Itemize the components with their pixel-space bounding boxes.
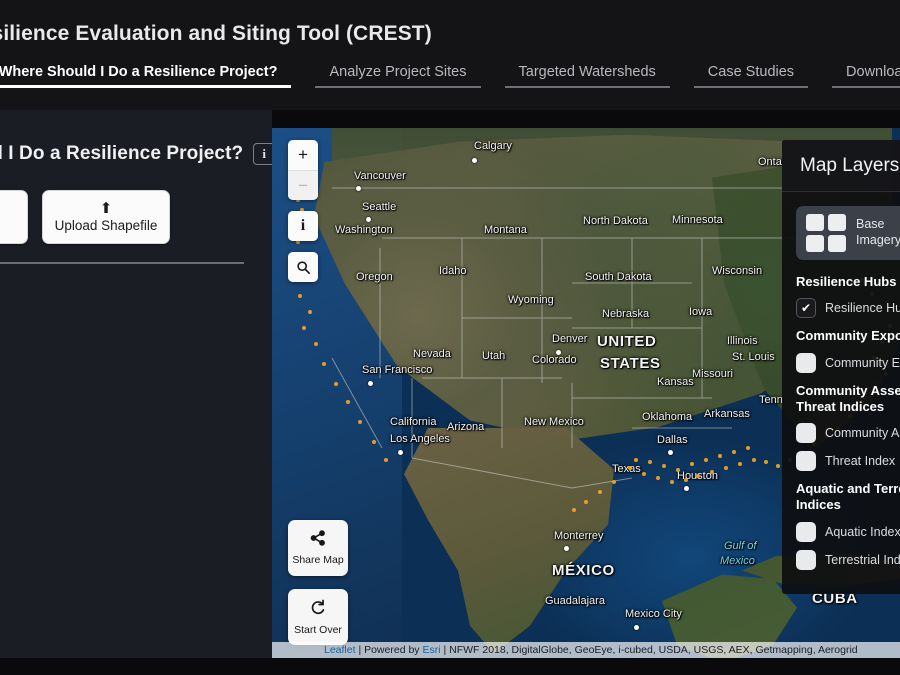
layer-label: Community Asset Index xyxy=(825,426,900,440)
reset-icon xyxy=(310,599,327,621)
map-layers-panel: Map Layers Base Imagery Resilience Hubs ✔… xyxy=(782,140,900,594)
sidebar-action-buttons: ✎Draw Area ⬆Upload Shapefile xyxy=(0,190,170,244)
basemap-label: Base Imagery xyxy=(856,217,900,247)
tab-underline xyxy=(832,86,900,88)
left-sidebar: Where Should I Do a Resilience Project? … xyxy=(0,110,276,675)
share-icon xyxy=(310,530,326,551)
tab-label: Case Studies xyxy=(707,64,795,80)
share-map-label: Share Map xyxy=(292,554,344,566)
layer-group-title: Community Exposure Index xyxy=(796,328,900,344)
checkbox-icon[interactable] xyxy=(796,451,816,471)
map-layers-body: Base Imagery Resilience Hubs ✔ Resilience … xyxy=(782,192,900,594)
share-map-button[interactable]: Share Map xyxy=(288,520,348,576)
bottom-bar xyxy=(0,658,900,675)
checkbox-icon[interactable] xyxy=(796,352,816,373)
checkbox-icon[interactable] xyxy=(796,549,816,570)
layer-label: Aquatic Index xyxy=(825,524,900,539)
upload-icon: ⬆ xyxy=(99,200,113,217)
checkbox-icon[interactable] xyxy=(796,423,816,443)
tab-underline xyxy=(315,86,481,88)
app-header: Coastal Resilience Evaluation and Siting… xyxy=(0,0,900,110)
tab-label: Targeted Watersheds xyxy=(518,64,656,80)
search-icon[interactable] xyxy=(288,252,318,282)
tab-targeted-watersheds[interactable]: Targeted Watersheds xyxy=(493,60,682,92)
tab-underline xyxy=(693,86,809,88)
info-icon[interactable]: i xyxy=(288,211,318,241)
map-info-control: i xyxy=(288,211,318,241)
layer-row[interactable]: Terrestrial Index xyxy=(796,549,900,570)
layer-row[interactable]: Community Exposure Index xyxy=(796,352,900,373)
start-over-button[interactable]: Start Over xyxy=(288,589,348,645)
layer-row[interactable]: ✔ Resilience Hubs xyxy=(796,298,900,319)
tab-analyze-project-sites[interactable]: Analyze Project Sites xyxy=(303,60,492,92)
tab-download-data[interactable]: Download Data xyxy=(820,60,900,92)
crest-app: Coastal Resilience Evaluation and Siting… xyxy=(0,0,900,675)
draw-area-button[interactable]: ✎Draw Area xyxy=(0,190,28,244)
layer-group-title: Resilience Hubs xyxy=(796,274,897,289)
tab-where-should-i-do-a-resilience-project[interactable]: Where Should I Do a Resilience Project? xyxy=(0,60,303,92)
zoom-out-icon[interactable]: − xyxy=(288,170,318,200)
attribution-mid: | Powered by xyxy=(355,644,423,656)
zoom-in-icon[interactable]: + xyxy=(288,140,318,170)
layer-row[interactable]: Community Asset Index xyxy=(796,423,900,443)
button-label: Upload Shapefile xyxy=(54,218,158,233)
layer-group-title: Aquatic and Terrestrial Indices xyxy=(796,481,900,513)
layer-label: Threat Index xyxy=(825,454,896,468)
main-tab-bar: HomeWhere Should I Do a Resilience Proje… xyxy=(0,60,900,92)
start-over-label: Start Over xyxy=(294,623,342,636)
sidebar-heading: Where Should I Do a Resilience Project? xyxy=(0,143,244,164)
land-mexico xyxy=(404,428,614,654)
page-title: Coastal Resilience Evaluation and Siting… xyxy=(0,22,432,45)
layer-row[interactable]: Threat Index xyxy=(796,451,900,471)
tab-underline xyxy=(0,85,292,88)
checkbox-checked-icon[interactable]: ✔ xyxy=(796,298,816,319)
tab-label: Download Data xyxy=(846,64,900,80)
tab-underline xyxy=(504,86,670,88)
map-attribution: Leaflet | Powered by Esri | NFWF 2018, D… xyxy=(272,642,900,658)
map-search-control xyxy=(288,252,318,282)
layer-label: Resilience Hubs xyxy=(825,301,900,316)
tab-label: Where Should I Do a Resilience Project? xyxy=(0,64,278,80)
map-layers-title[interactable]: Map Layers xyxy=(782,140,900,192)
tab-label: Analyze Project Sites xyxy=(329,64,467,80)
tab-case-studies[interactable]: Case Studies xyxy=(682,60,820,92)
esri-link[interactable]: Esri xyxy=(422,644,440,656)
map-action-buttons: Share Map Start Over xyxy=(288,507,348,645)
layer-label: Terrestrial Index xyxy=(825,552,900,567)
layer-group-title: Community Asset and Threat Indices xyxy=(796,382,900,414)
sidebar-divider xyxy=(0,262,244,264)
map-control-stack: + − i xyxy=(288,140,318,293)
layer-label: Community Exposure Index xyxy=(825,355,900,370)
layer-group-list: Resilience Hubs ✔ Resilience Hubs Community… xyxy=(796,274,900,570)
sidebar-heading-row: Where Should I Do a Resilience Project? … xyxy=(0,143,276,165)
basemap-selector[interactable]: Base Imagery xyxy=(796,206,900,260)
upload-shapefile-button[interactable]: ⬆ Upload Shapefile xyxy=(42,190,170,244)
grid-icon xyxy=(806,214,846,252)
layer-row[interactable]: Aquatic Index xyxy=(796,521,900,542)
zoom-control-group: + − xyxy=(288,140,318,200)
attribution-suffix: | NFWF 2018, DigitalGlobe, GeoEye, i-cub… xyxy=(440,644,858,656)
leaflet-link[interactable]: Leaflet xyxy=(324,644,356,656)
checkbox-icon[interactable] xyxy=(796,521,816,542)
